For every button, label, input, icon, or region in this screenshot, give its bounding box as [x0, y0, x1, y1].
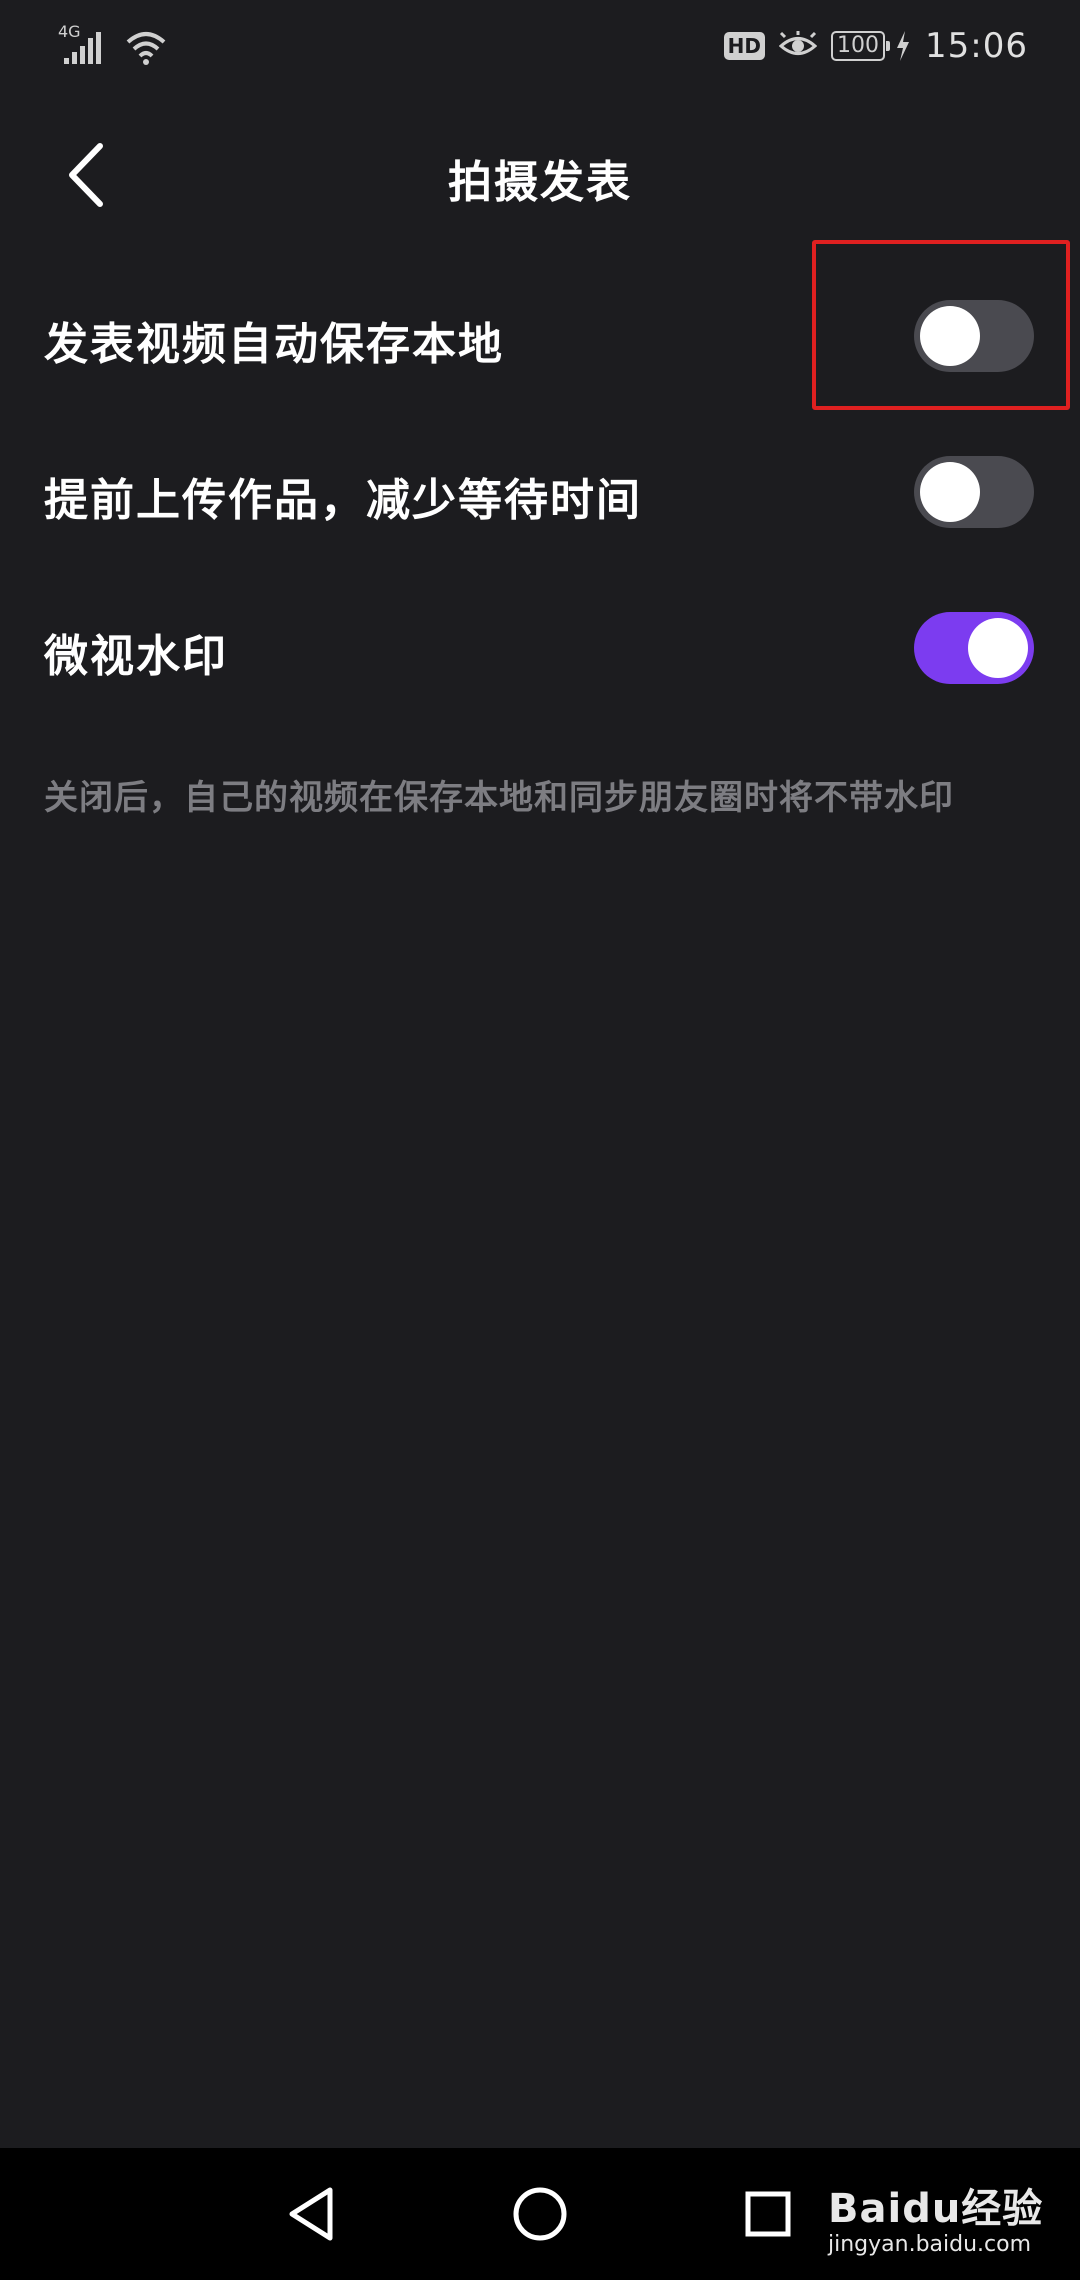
toggle-knob: [968, 618, 1028, 678]
header: 拍摄发表: [0, 120, 1080, 230]
back-triangle-icon: [289, 2187, 333, 2241]
watermark-toggle[interactable]: [914, 612, 1034, 684]
page-title: 拍摄发表: [448, 157, 632, 208]
status-left: 4G: [58, 22, 168, 68]
watermark-logo: Baidu经验: [828, 2186, 1044, 2232]
screen: 4G HD 100 15:06 拍摄发表 发表视频自动保存本地 提前上传作品，减…: [0, 0, 1080, 2280]
hd-badge: HD: [723, 32, 766, 60]
pre-upload-toggle[interactable]: [914, 456, 1034, 528]
setting-label: 微视水印: [44, 631, 228, 682]
status-right: HD 100 15:06: [723, 18, 1028, 74]
baidu-watermark: Baidu经验 jingyan.baidu.com: [828, 2176, 1068, 2272]
setting-label: 发表视频自动保存本地: [44, 319, 504, 370]
nav-back-button[interactable]: [280, 2182, 344, 2246]
home-circle-icon: [513, 2187, 567, 2241]
highlight-box: [812, 240, 1070, 410]
toggle-knob: [920, 462, 980, 522]
nav-home-button[interactable]: [508, 2182, 572, 2246]
watermark-hint-text: 关闭后，自己的视频在保存本地和同步朋友圈时将不带水印: [44, 778, 954, 818]
setting-label: 提前上传作品，减少等待时间: [44, 475, 642, 526]
setting-row-pre-upload: 提前上传作品，减少等待时间: [0, 434, 1080, 544]
wifi-icon: [126, 32, 166, 65]
eye-icon: [779, 31, 818, 55]
status-bar: 4G HD 100 15:06: [0, 0, 1080, 92]
charging-icon: [897, 31, 910, 61]
setting-row-watermark: 微视水印: [0, 590, 1080, 700]
network-type: 4G: [58, 22, 81, 41]
recents-square-icon: [745, 2191, 791, 2237]
battery-indicator: 100: [831, 31, 891, 61]
nav-recents-button[interactable]: [736, 2182, 800, 2246]
watermark-url: jingyan.baidu.com: [828, 2232, 1032, 2257]
clock: 15:06: [925, 26, 1028, 66]
